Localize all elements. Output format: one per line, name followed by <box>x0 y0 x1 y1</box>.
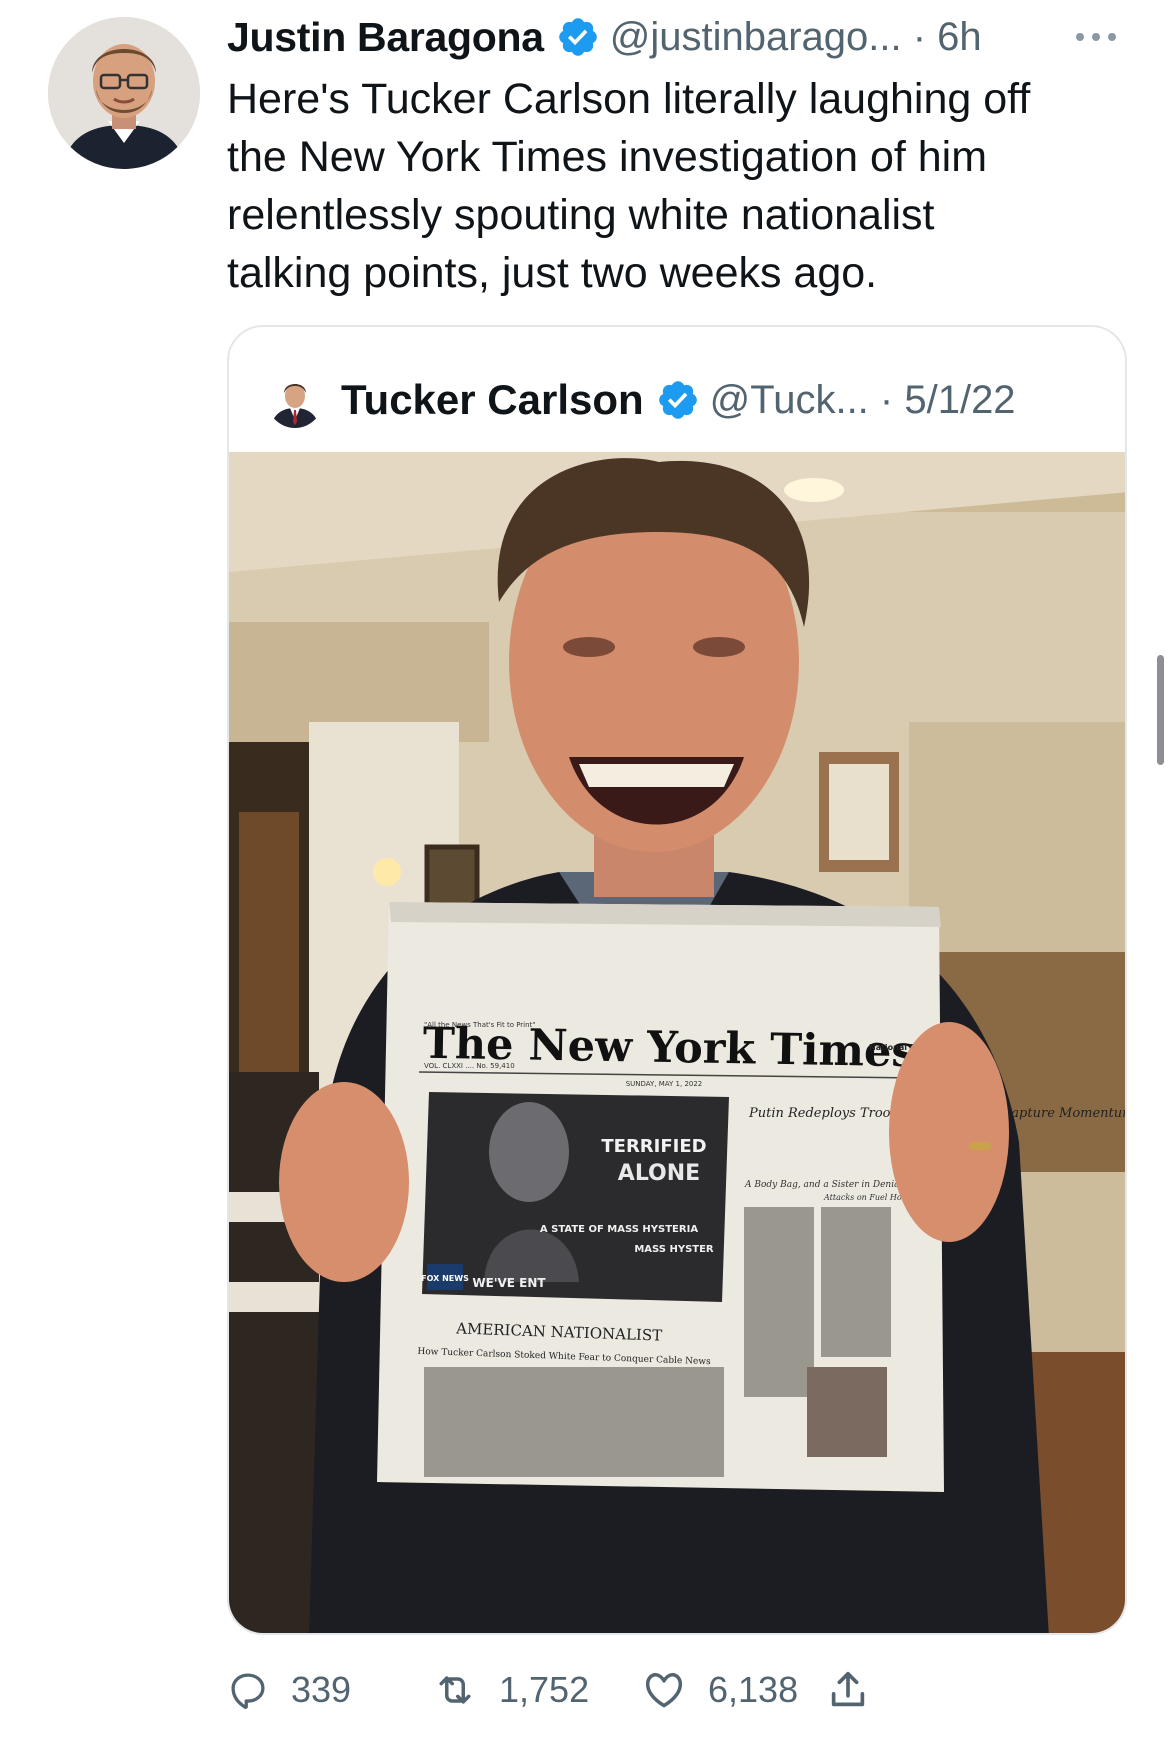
action-bar: 339 1,752 6,138 <box>227 1655 1127 1725</box>
reply-icon <box>231 1673 265 1709</box>
like-count: 6,138 <box>708 1669 799 1710</box>
author-avatar[interactable] <box>48 17 200 169</box>
avatar-man-glasses-beard-icon <box>48 17 200 169</box>
tv-caption-2: ALONE <box>618 1161 700 1186</box>
quoted-tweet-header: Tucker Carlson @Tuck... · 5/1/22 <box>267 365 1107 435</box>
ceiling-light <box>784 478 844 502</box>
retweet-count: 1,752 <box>499 1669 590 1710</box>
scrollbar[interactable] <box>1157 655 1164 765</box>
quoted-tweet[interactable]: Tucker Carlson @Tuck... · 5/1/22 "All th… <box>227 325 1127 1635</box>
paper-small-photo <box>807 1367 887 1457</box>
verified-badge-icon <box>658 381 697 419</box>
verified-badge-icon <box>558 18 597 56</box>
retweet-button[interactable]: 1,752 <box>433 1655 589 1725</box>
tv-caption-5: MASS HYSTER <box>634 1244 714 1255</box>
like-icon <box>645 1673 683 1708</box>
tv-caption-1: TERRIFIED <box>601 1136 706 1157</box>
quoted-handle-and-date[interactable]: @Tuck... · 5/1/22 <box>710 378 1016 423</box>
like-button[interactable]: 6,138 <box>642 1655 798 1725</box>
tweet: Justin Baragona @justinbarago... · 6h He… <box>0 0 1170 1740</box>
share-button[interactable] <box>825 1655 871 1725</box>
wall-sconce <box>373 858 401 886</box>
quoted-author-avatar[interactable] <box>267 372 323 428</box>
wedding-ring <box>969 1142 991 1150</box>
author-name[interactable]: Justin Baragona <box>227 14 544 61</box>
avatar-man-suit-icon <box>267 372 323 428</box>
retweet-icon <box>439 1676 471 1704</box>
reply-count: 339 <box>291 1669 352 1710</box>
paper-side-sub-left: A Body Bag, and a Sister in Denial <box>744 1180 902 1190</box>
right-hand <box>889 1022 1009 1242</box>
quoted-author-name[interactable]: Tucker Carlson <box>341 376 644 424</box>
quoted-tweet-photo[interactable]: "All the News That's Fit to Print" The N… <box>229 452 1127 1635</box>
left-hand <box>279 1082 409 1282</box>
share-icon <box>831 1671 865 1707</box>
paper-volume: VOL. CLXXI .... No. 59,410 <box>424 1062 515 1070</box>
tweet-text: Here's Tucker Carlson literally laughing… <box>227 75 1031 297</box>
paper-date: SUNDAY, MAY 1, 2022 <box>626 1080 703 1088</box>
more-dots-icon[interactable] <box>1072 17 1120 57</box>
tv-logo: FOX NEWS <box>421 1274 469 1283</box>
tv-caption-4: WE'VE ENT <box>472 1276 546 1290</box>
tweet-header: Justin Baragona @justinbarago... · 6h <box>227 12 1127 62</box>
handle-and-time[interactable]: @justinbarago... · 6h <box>610 15 982 60</box>
reply-button[interactable]: 339 <box>227 1655 351 1725</box>
tv-caption-3: A STATE OF MASS HYSTERIA <box>540 1224 698 1235</box>
